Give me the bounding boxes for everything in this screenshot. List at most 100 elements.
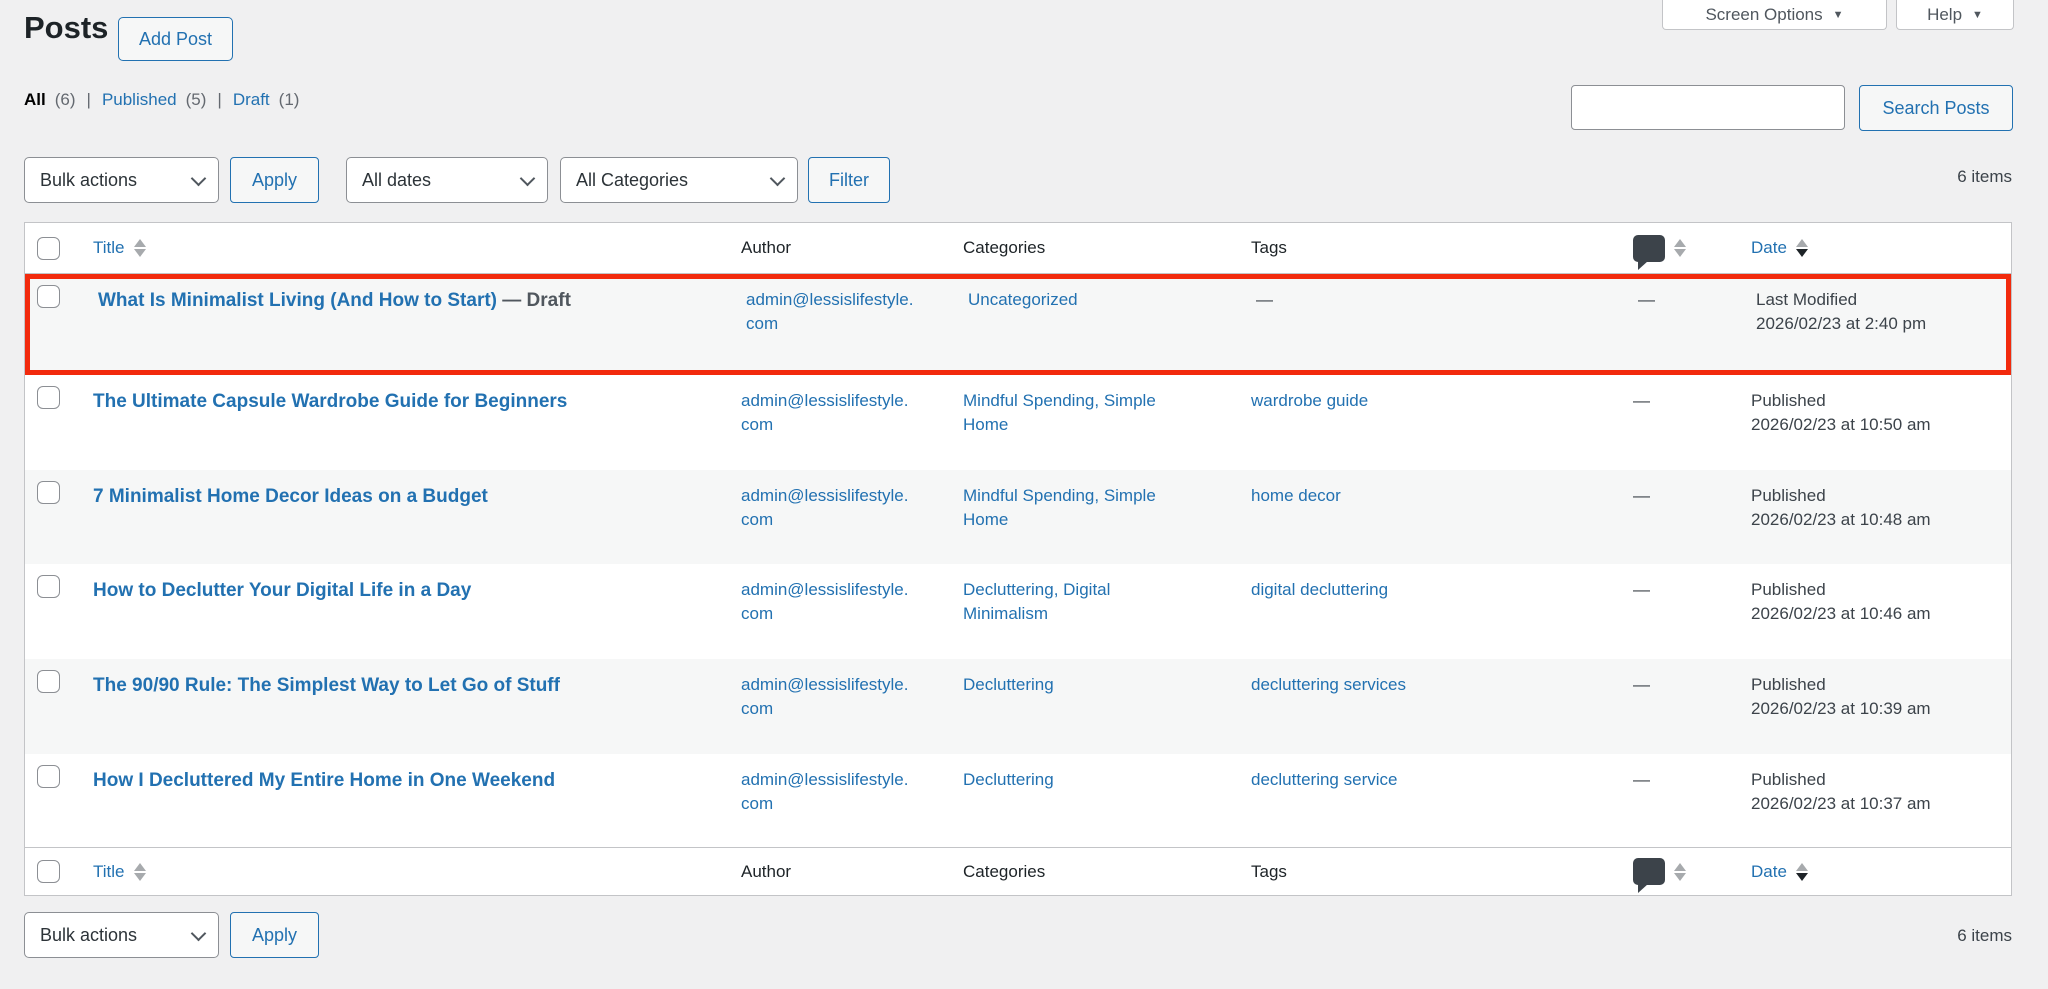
post-date-value: 2026/02/23 at 10:46 am <box>1751 602 2001 626</box>
post-comments-value: — <box>1633 486 1650 505</box>
filter-button[interactable]: Filter <box>808 157 890 203</box>
post-title-link[interactable]: How I Decluttered My Entire Home in One … <box>93 770 555 791</box>
post-tags-link[interactable]: digital decluttering <box>1251 580 1388 599</box>
post-date-status: Last Modified <box>1756 288 2006 312</box>
post-tags-link[interactable]: home decor <box>1251 486 1341 505</box>
column-author: Author <box>741 862 791 882</box>
post-author-link[interactable]: admin@lessislifestyle.com <box>741 484 913 532</box>
post-author-link[interactable]: admin@lessislifestyle.com <box>741 578 913 626</box>
apply-button[interactable]: Apply <box>230 912 319 958</box>
table-header-row: Title Author Categories Tags Date <box>25 223 2011 274</box>
select-all-checkbox[interactable] <box>37 237 60 260</box>
post-categories-link[interactable]: Uncategorized <box>968 288 1190 312</box>
view-draft-count: (1) <box>279 90 300 110</box>
post-categories-link[interactable]: Decluttering, Digital Minimalism <box>963 578 1185 626</box>
post-categories-link[interactable]: Decluttering <box>963 673 1185 697</box>
post-author-link[interactable]: admin@lessislifestyle.com <box>741 389 913 437</box>
post-state-label: — Draft <box>497 290 571 311</box>
post-author-link[interactable]: admin@lessislifestyle.com <box>741 673 913 721</box>
view-all-count: (6) <box>55 90 76 110</box>
help-label: Help <box>1927 5 1962 25</box>
post-tags-link[interactable]: decluttering services <box>1251 675 1406 694</box>
post-comments-value: — <box>1633 580 1650 599</box>
column-comments-sort[interactable] <box>1633 235 1686 262</box>
caret-down-icon: ▼ <box>1972 9 1983 21</box>
column-title-sort[interactable]: Title <box>93 238 146 258</box>
dates-filter-select[interactable]: All dates <box>346 157 548 203</box>
post-title-link[interactable]: The 90/90 Rule: The Simplest Way to Let … <box>93 675 560 696</box>
categories-filter-select[interactable]: All Categories <box>560 157 798 203</box>
post-categories-link[interactable]: Mindful Spending, Simple Home <box>963 484 1185 532</box>
view-published-link[interactable]: Published <box>102 90 177 110</box>
post-row: What Is Minimalist Living (And How to St… <box>25 274 2011 375</box>
select-post-checkbox[interactable] <box>37 670 60 693</box>
sort-arrows-icon <box>1796 863 1808 881</box>
post-title-link[interactable]: The Ultimate Capsule Wardrobe Guide for … <box>93 391 567 412</box>
post-date-value: 2026/02/23 at 10:39 am <box>1751 697 2001 721</box>
posts-table: Title Author Categories Tags Date <box>24 222 2012 896</box>
post-title-link[interactable]: How to Declutter Your Digital Life in a … <box>93 580 471 601</box>
sort-arrows-icon <box>1796 239 1808 257</box>
post-title-link[interactable]: What Is Minimalist Living (And How to St… <box>98 290 497 311</box>
categories-filter-value: All Categories <box>576 170 688 191</box>
select-post-checkbox[interactable] <box>37 285 60 308</box>
sort-arrows-icon <box>1674 863 1686 881</box>
post-tags-value: — <box>1256 290 1273 309</box>
post-title-link[interactable]: 7 Minimalist Home Decor Ideas on a Budge… <box>93 486 488 507</box>
post-author-link[interactable]: admin@lessislifestyle.com <box>741 768 913 816</box>
bulk-actions-select[interactable]: Bulk actions <box>24 912 219 958</box>
post-date-value: 2026/02/23 at 2:40 pm <box>1756 312 2006 336</box>
post-row: How I Decluttered My Entire Home in One … <box>25 754 2011 847</box>
post-date-status: Published <box>1751 484 2001 508</box>
post-row: 7 Minimalist Home Decor Ideas on a Budge… <box>25 470 2011 564</box>
help-button[interactable]: Help ▼ <box>1896 0 2014 30</box>
screen-options-label: Screen Options <box>1705 5 1822 25</box>
views-separator: | <box>215 90 223 110</box>
column-categories: Categories <box>963 238 1045 258</box>
bulk-actions-value: Bulk actions <box>40 170 137 191</box>
column-categories: Categories <box>963 862 1045 882</box>
select-post-checkbox[interactable] <box>37 386 60 409</box>
post-tags-link[interactable]: decluttering service <box>1251 770 1397 789</box>
view-draft-link[interactable]: Draft <box>233 90 270 110</box>
comment-bubble-icon <box>1633 235 1665 262</box>
select-all-checkbox[interactable] <box>37 860 60 883</box>
sort-arrows-icon <box>134 239 146 257</box>
bulk-actions-value: Bulk actions <box>40 925 137 946</box>
column-title-sort[interactable]: Title <box>93 862 146 882</box>
select-post-checkbox[interactable] <box>37 765 60 788</box>
view-all-link[interactable]: All <box>24 90 46 110</box>
column-tags: Tags <box>1251 238 1287 258</box>
post-author-link[interactable]: admin@lessislifestyle.com <box>746 288 918 336</box>
caret-down-icon: ▼ <box>1833 9 1844 21</box>
post-date-status: Published <box>1751 389 2001 413</box>
column-date-sort[interactable]: Date <box>1751 862 1808 882</box>
sort-arrows-icon <box>134 863 146 881</box>
post-date-status: Published <box>1751 673 2001 697</box>
post-categories-link[interactable]: Mindful Spending, Simple Home <box>963 389 1185 437</box>
apply-button[interactable]: Apply <box>230 157 319 203</box>
screen-options-button[interactable]: Screen Options ▼ <box>1662 0 1887 30</box>
post-date-value: 2026/02/23 at 10:37 am <box>1751 792 2001 816</box>
column-comments-sort[interactable] <box>1633 858 1686 885</box>
column-date-sort[interactable]: Date <box>1751 238 1808 258</box>
comment-bubble-icon <box>1633 858 1665 885</box>
post-categories-link[interactable]: Decluttering <box>963 768 1185 792</box>
post-tags-link[interactable]: wardrobe guide <box>1251 391 1368 410</box>
column-tags: Tags <box>1251 862 1287 882</box>
select-post-checkbox[interactable] <box>37 575 60 598</box>
views-separator: | <box>85 90 93 110</box>
chevron-down-icon <box>520 170 536 186</box>
search-input[interactable] <box>1571 85 1845 130</box>
post-row: The 90/90 Rule: The Simplest Way to Let … <box>25 659 2011 754</box>
bulk-actions-select[interactable]: Bulk actions <box>24 157 219 203</box>
add-post-button[interactable]: Add Post <box>118 17 233 61</box>
search-posts-button[interactable]: Search Posts <box>1859 85 2013 131</box>
select-post-checkbox[interactable] <box>37 481 60 504</box>
post-row: The Ultimate Capsule Wardrobe Guide for … <box>25 375 2011 470</box>
post-row: How to Declutter Your Digital Life in a … <box>25 564 2011 659</box>
items-count: 6 items <box>1957 167 2012 187</box>
chevron-down-icon <box>191 170 207 186</box>
chevron-down-icon <box>770 170 786 186</box>
post-comments-value: — <box>1633 770 1650 789</box>
